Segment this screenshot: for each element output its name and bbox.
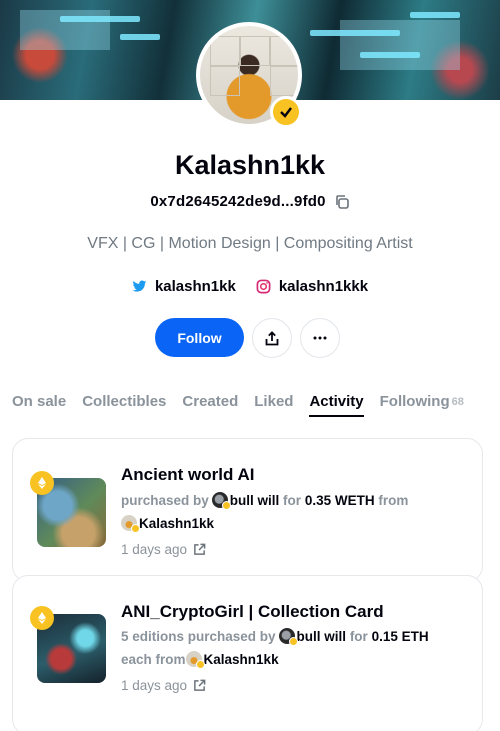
activity-item[interactable]: ANI_CryptoGirl | Collection Card 5 editi… bbox=[12, 575, 483, 731]
instagram-link[interactable]: kalashn1kkk bbox=[256, 278, 368, 295]
external-link-icon[interactable] bbox=[193, 543, 206, 556]
time-label: 1 days ago bbox=[121, 678, 188, 693]
activity-title[interactable]: Ancient world AI bbox=[121, 465, 255, 485]
follow-button[interactable]: Follow bbox=[155, 318, 244, 357]
instagram-icon bbox=[256, 279, 271, 294]
eth-icon bbox=[30, 606, 54, 630]
seller-avatar[interactable] bbox=[121, 515, 140, 533]
purchase-prefix: purchased by bbox=[121, 492, 209, 508]
following-count: 68 bbox=[451, 396, 464, 408]
seller-link[interactable]: Kalashn1kk bbox=[204, 652, 279, 667]
for-label: for bbox=[283, 492, 302, 508]
tab-collectibles[interactable]: Collectibles bbox=[82, 393, 166, 417]
eth-icon bbox=[30, 471, 54, 495]
activity-detail-line: 5 editions purchased by bull will for 0.… bbox=[121, 628, 429, 646]
share-icon bbox=[265, 330, 279, 345]
activity-detail-line: purchased by bull will for 0.35 WETH fro… bbox=[121, 492, 409, 510]
external-link-icon[interactable] bbox=[193, 679, 206, 692]
tab-liked[interactable]: Liked bbox=[254, 393, 293, 417]
twitter-link[interactable]: kalashn1kk bbox=[132, 278, 236, 295]
buyer-link[interactable]: bull will bbox=[297, 629, 347, 644]
activity-time: 1 days ago bbox=[121, 542, 206, 557]
buyer-link[interactable]: bull will bbox=[230, 493, 280, 508]
purchase-prefix: 5 editions purchased by bbox=[121, 628, 276, 644]
price: 0.35 WETH bbox=[304, 492, 375, 508]
buyer-avatar[interactable] bbox=[211, 492, 231, 510]
from-label: each from bbox=[121, 651, 186, 667]
tab-activity[interactable]: Activity bbox=[309, 393, 364, 417]
activity-time: 1 days ago bbox=[121, 678, 206, 693]
profile-name: Kalashn1kk bbox=[174, 150, 326, 180]
instagram-handle: kalashn1kkk bbox=[278, 278, 369, 295]
verified-badge-icon bbox=[270, 96, 302, 128]
from-label: from bbox=[378, 492, 409, 508]
tab-following[interactable]: Following 68 bbox=[380, 393, 464, 417]
tab-following-label: Following bbox=[379, 393, 450, 410]
buyer-avatar[interactable] bbox=[278, 628, 298, 646]
seller-avatar[interactable] bbox=[185, 651, 205, 669]
activity-item[interactable]: Ancient world AI purchased by bull will … bbox=[12, 438, 483, 582]
copy-icon[interactable] bbox=[334, 194, 350, 210]
profile-bio: VFX | CG | Motion Design | Compositing A… bbox=[87, 235, 413, 252]
price: 0.15 ETH bbox=[371, 628, 429, 644]
more-icon bbox=[313, 336, 327, 340]
activity-title[interactable]: ANI_CryptoGirl | Collection Card bbox=[121, 602, 384, 622]
twitter-handle: kalashn1kk bbox=[154, 278, 236, 295]
for-label: for bbox=[349, 628, 368, 644]
activity-seller-line: Kalashn1kk bbox=[121, 515, 214, 533]
twitter-icon bbox=[132, 280, 147, 292]
share-button[interactable] bbox=[252, 318, 292, 358]
activity-seller-line: each from Kalashn1kk bbox=[121, 651, 279, 669]
seller-link[interactable]: Kalashn1kk bbox=[139, 516, 214, 531]
wallet-address: 0x7d2645242de9d...9fd0 bbox=[150, 193, 326, 210]
tab-on-sale[interactable]: On sale bbox=[12, 393, 66, 417]
time-label: 1 days ago bbox=[121, 542, 188, 557]
profile-tabs: On sale Collectibles Created Liked Activ… bbox=[12, 393, 464, 417]
more-options-button[interactable] bbox=[300, 318, 340, 358]
tab-created[interactable]: Created bbox=[182, 393, 238, 417]
